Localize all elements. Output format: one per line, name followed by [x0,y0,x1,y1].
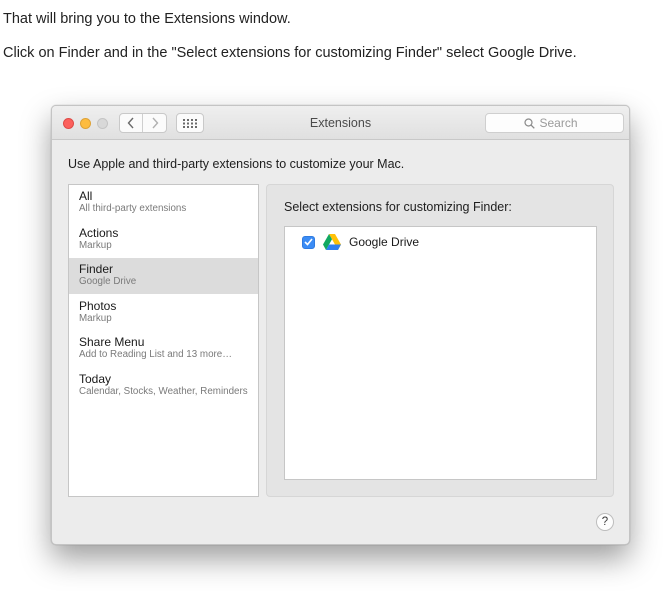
list-item: Google Drive [302,233,419,251]
finder-extensions-panel: Select extensions for customizing Finder… [266,184,614,497]
title-bar: Extensions [52,106,629,140]
sidebar-item-share-menu[interactable]: Share Menu Add to Reading List and 13 mo… [69,331,258,367]
sidebar-item-subtitle: Markup [79,312,112,324]
instruction-line-2: Click on Finder and in the "Select exten… [3,45,577,61]
panel-heading: Select extensions for customizing Finder… [284,200,512,214]
question-mark-icon: ? [601,516,609,528]
search-icon [523,117,535,129]
sidebar-item-today[interactable]: Today Calendar, Stocks, Weather, Reminde… [69,368,258,404]
sidebar-item-subtitle: Calendar, Stocks, Weather, Reminders [79,385,248,397]
instruction-line-1: That will bring you to the Extensions wi… [3,11,291,27]
sidebar-item-title: All [79,189,93,203]
sidebar-item-title: Today [79,371,112,386]
sidebar-item-subtitle: All third-party extensions [79,203,187,214]
sidebar-item-all[interactable]: All All third-party extensions [69,185,258,221]
sidebar-item-subtitle: Markup [79,239,112,251]
extension-list: Google Drive [284,226,597,480]
sidebar-item-actions[interactable]: Actions Markup [69,222,258,258]
search-input[interactable] [539,116,586,130]
extension-category-list: All All third-party extensions Actions M… [68,184,259,497]
google-drive-checkbox[interactable] [302,235,315,249]
sidebar-item-subtitle: Add to Reading List and 13 more… [79,349,233,360]
sidebar-item-finder[interactable]: Finder Google Drive [69,258,258,294]
search-field[interactable] [485,113,624,133]
sidebar-item-title: Actions [79,225,119,240]
sidebar-item-subtitle: Google Drive [79,276,137,287]
sidebar-item-photos[interactable]: Photos Markup [69,295,258,331]
google-drive-icon [323,234,341,250]
extensions-window: Extensions Use Apple and third-party ext… [51,105,630,545]
help-button[interactable]: ? [596,513,614,531]
checkmark-icon [304,238,313,246]
extension-name: Google Drive [349,235,420,249]
sidebar-item-title: Photos [79,298,117,313]
window-description: Use Apple and third-party extensions to … [68,157,405,171]
sidebar-item-title: Share Menu [79,335,145,349]
sidebar-item-title: Finder [79,262,114,276]
